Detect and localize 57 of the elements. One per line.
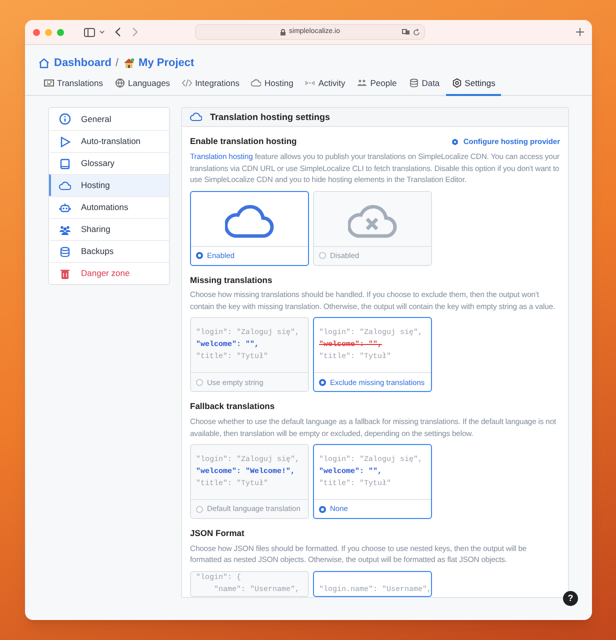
hosting-icon — [251, 78, 262, 88]
radio-button[interactable] — [319, 378, 326, 386]
data-icon — [408, 78, 419, 88]
house-icon — [122, 57, 135, 70]
chevron-down-icon[interactable] — [99, 30, 105, 34]
sidebar-item[interactable]: Automations — [49, 196, 169, 218]
database-icon — [59, 246, 71, 258]
section-title: Enable translation hosting — [190, 135, 297, 148]
play-icon — [59, 136, 71, 148]
section-title: Missing translations — [190, 274, 272, 286]
sidebar-item[interactable]: Sharing — [49, 218, 169, 240]
radio-button[interactable] — [319, 252, 326, 259]
reload-icon[interactable] — [413, 28, 420, 36]
breadcrumb-link[interactable]: Dashboard — [54, 55, 112, 72]
sidebar-item[interactable]: Auto-translation — [49, 130, 169, 152]
tab[interactable]: Data — [402, 76, 446, 96]
tab[interactable]: Translations — [38, 76, 109, 96]
lock-icon — [280, 28, 286, 36]
radio-button[interactable] — [196, 506, 203, 512]
sidebar-item[interactable]: Danger zone — [49, 262, 169, 284]
back-icon[interactable] — [115, 27, 121, 37]
robot-icon — [59, 202, 71, 214]
radio-button[interactable] — [196, 378, 203, 386]
users-icon — [59, 224, 71, 236]
section-title: Fallback translations — [190, 400, 275, 413]
tab[interactable]: Settings — [446, 76, 502, 96]
new-tab-icon[interactable] — [576, 28, 584, 36]
tab[interactable]: Languages — [108, 76, 176, 96]
sidebar-icon[interactable] — [84, 28, 95, 36]
radio-button[interactable] — [319, 506, 326, 512]
integrations-icon — [182, 78, 192, 88]
trash-icon — [59, 268, 71, 280]
info-icon — [59, 113, 71, 126]
home-icon — [38, 57, 50, 70]
languages-icon — [114, 78, 125, 88]
breadcrumb-separator: / — [115, 56, 119, 71]
tab[interactable]: Integrations — [176, 76, 246, 96]
panel-title: Translation hosting settings — [210, 110, 330, 124]
close-button[interactable] — [33, 28, 40, 36]
settings-icon — [452, 78, 462, 88]
cloud-icon — [190, 111, 202, 124]
tab[interactable]: Hosting — [245, 76, 300, 96]
cloud-icon — [59, 180, 71, 192]
gear-icon — [451, 138, 460, 146]
breadcrumb-link[interactable]: My Project — [138, 55, 194, 72]
tab[interactable]: Activity — [299, 76, 352, 96]
help-button[interactable]: ? — [563, 591, 578, 606]
translate-icon[interactable] — [402, 29, 410, 35]
sidebar-item[interactable]: Hosting — [49, 174, 169, 196]
section-title: JSON Format — [190, 527, 244, 540]
translations-icon — [44, 78, 54, 88]
people-icon — [357, 78, 368, 88]
radio-button[interactable] — [196, 252, 203, 259]
book-icon — [59, 158, 71, 170]
sidebar-item[interactable]: General — [49, 108, 169, 130]
sidebar-item[interactable]: Backups — [49, 240, 169, 262]
tab[interactable]: People — [351, 76, 403, 96]
